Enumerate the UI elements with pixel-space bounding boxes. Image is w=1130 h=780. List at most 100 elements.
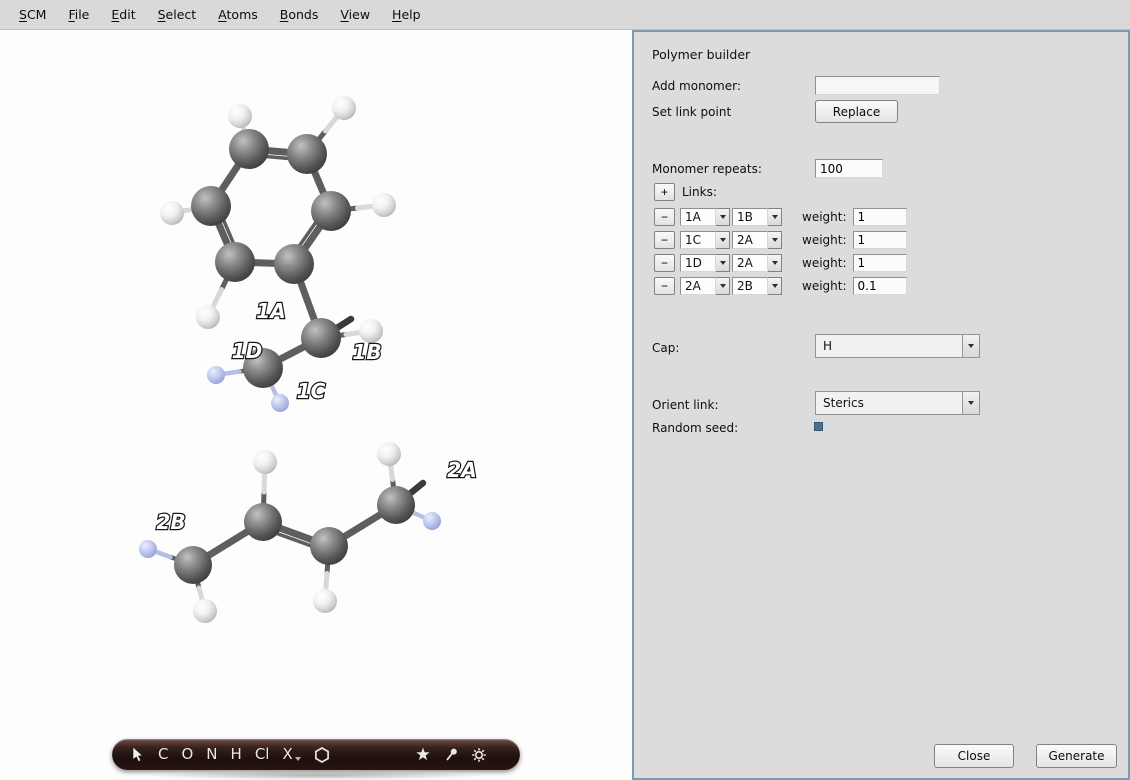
menu-select[interactable]: Select — [147, 2, 208, 27]
carbon-atom[interactable] — [229, 129, 269, 169]
molecule-canvas[interactable]: 1A1D1B1C2A2B — [0, 30, 632, 780]
remove-link-button[interactable]: − — [654, 254, 675, 272]
weight-label: weight: — [802, 279, 847, 293]
link-row: −1A1B weight: — [654, 208, 907, 226]
carbon-tool[interactable]: C — [158, 747, 168, 762]
pointer-tool[interactable] — [444, 747, 458, 763]
carbon-atom[interactable] — [215, 242, 255, 282]
monomer-repeats-label: Monomer repeats: — [652, 162, 762, 176]
polymer-builder-panel: Polymer builder Add monomer: Set link po… — [632, 30, 1130, 780]
weight-label: weight: — [802, 210, 847, 224]
link-atom[interactable] — [139, 540, 157, 558]
chevron-down-icon[interactable] — [768, 277, 782, 295]
link-from-select[interactable]: 1A — [680, 208, 730, 226]
close-button[interactable]: Close — [934, 744, 1014, 768]
combo-value: 2B — [732, 277, 768, 295]
chlorine-tool[interactable]: Cl — [255, 747, 270, 762]
hydrogen-atom[interactable] — [372, 193, 396, 217]
random-seed-indicator[interactable] — [814, 422, 823, 431]
combo-value: 1C — [680, 231, 716, 249]
structure-tool[interactable] — [415, 747, 431, 762]
weight-input[interactable] — [853, 231, 907, 249]
link-to-select[interactable]: 2A — [732, 231, 782, 249]
carbon-atom[interactable] — [311, 191, 351, 231]
chevron-down-icon[interactable] — [716, 208, 730, 226]
tool-label: O — [181, 747, 193, 762]
orient-link-select[interactable]: Sterics — [815, 391, 980, 415]
combo-value: 2A — [732, 254, 768, 272]
link-atom[interactable] — [423, 512, 441, 530]
weight-input[interactable] — [853, 208, 907, 226]
link-to-select[interactable]: 2B — [732, 277, 782, 295]
carbon-atom[interactable] — [301, 318, 341, 358]
menu-file[interactable]: File — [57, 2, 100, 27]
link-point-label: 1B — [352, 340, 381, 364]
pin-icon — [444, 747, 458, 763]
tool-label: C — [158, 747, 168, 762]
remove-link-button[interactable]: − — [654, 277, 675, 295]
hydrogen-atom[interactable] — [193, 599, 217, 623]
nitrogen-tool[interactable]: N — [206, 747, 217, 762]
molecule-viewport[interactable]: 1A1D1B1C2A2B CONH Cl X — [0, 30, 632, 780]
chevron-down-icon[interactable] — [716, 231, 730, 249]
application-window: SCMFileEditSelectAtomsBondsViewHelp — [0, 0, 1130, 780]
panel-title: Polymer builder — [652, 47, 750, 62]
link-from-select[interactable]: 1C — [680, 231, 730, 249]
chevron-down-icon[interactable] — [962, 335, 979, 357]
link-to-select[interactable]: 2A — [732, 254, 782, 272]
hydrogen-atom[interactable] — [160, 201, 184, 225]
menu-atoms[interactable]: Atoms — [207, 2, 269, 27]
monomer-repeats-input[interactable] — [815, 159, 883, 178]
link-row: −1C 2A weight: — [654, 231, 907, 249]
carbon-atom[interactable] — [274, 244, 314, 284]
weight-input[interactable] — [853, 277, 907, 295]
menu-bonds[interactable]: Bonds — [269, 2, 330, 27]
menu-scm[interactable]: SCM — [8, 2, 57, 27]
carbon-atom[interactable] — [287, 134, 327, 174]
oxygen-tool[interactable]: O — [181, 747, 193, 762]
halogen-tool[interactable]: X — [282, 747, 300, 762]
menu-help[interactable]: Help — [381, 2, 432, 27]
weight-label: weight: — [802, 233, 847, 247]
carbon-atom[interactable] — [174, 546, 212, 584]
combo-value: 1D — [680, 254, 716, 272]
weight-input[interactable] — [853, 254, 907, 272]
select-tool[interactable] — [132, 747, 145, 763]
link-atom[interactable] — [207, 366, 225, 384]
link-from-select[interactable]: 2A — [680, 277, 730, 295]
hydrogen-atom[interactable] — [228, 104, 252, 128]
hydrogen-atom[interactable] — [253, 450, 277, 474]
chevron-down-icon[interactable] — [768, 231, 782, 249]
menu-view[interactable]: View — [329, 2, 381, 27]
hydrogen-tool[interactable]: H — [231, 747, 242, 762]
menu-edit[interactable]: Edit — [100, 2, 146, 27]
replace-button[interactable]: Replace — [815, 100, 898, 123]
chevron-down-icon[interactable] — [768, 254, 782, 272]
hydrogen-atom[interactable] — [332, 96, 356, 120]
hydrogen-atom[interactable] — [377, 442, 401, 466]
chevron-down-icon[interactable] — [962, 392, 979, 414]
hydrogen-atom[interactable] — [196, 305, 220, 329]
hydrogen-atom[interactable] — [313, 589, 337, 613]
tool-label: H — [231, 747, 242, 762]
set-link-point-label: Set link point — [652, 105, 731, 119]
carbon-atom[interactable] — [310, 527, 348, 565]
benzene-icon — [314, 747, 330, 763]
chevron-down-icon[interactable] — [768, 208, 782, 226]
link-to-select[interactable]: 1B — [732, 208, 782, 226]
add-monomer-input[interactable] — [815, 76, 940, 95]
chevron-down-icon[interactable] — [716, 277, 730, 295]
chevron-down-icon[interactable] — [716, 254, 730, 272]
generate-button[interactable]: Generate — [1036, 744, 1117, 768]
link-from-select[interactable]: 1D — [680, 254, 730, 272]
link-atom[interactable] — [271, 394, 289, 412]
add-link-button[interactable]: + — [654, 183, 675, 201]
remove-link-button[interactable]: − — [654, 208, 675, 226]
settings-tool[interactable] — [471, 747, 487, 763]
cap-select[interactable]: H — [815, 334, 980, 358]
carbon-atom[interactable] — [191, 186, 231, 226]
carbon-atom[interactable] — [244, 503, 282, 541]
carbon-atom[interactable] — [377, 486, 415, 524]
ring-tool[interactable] — [314, 747, 330, 763]
remove-link-button[interactable]: − — [654, 231, 675, 249]
